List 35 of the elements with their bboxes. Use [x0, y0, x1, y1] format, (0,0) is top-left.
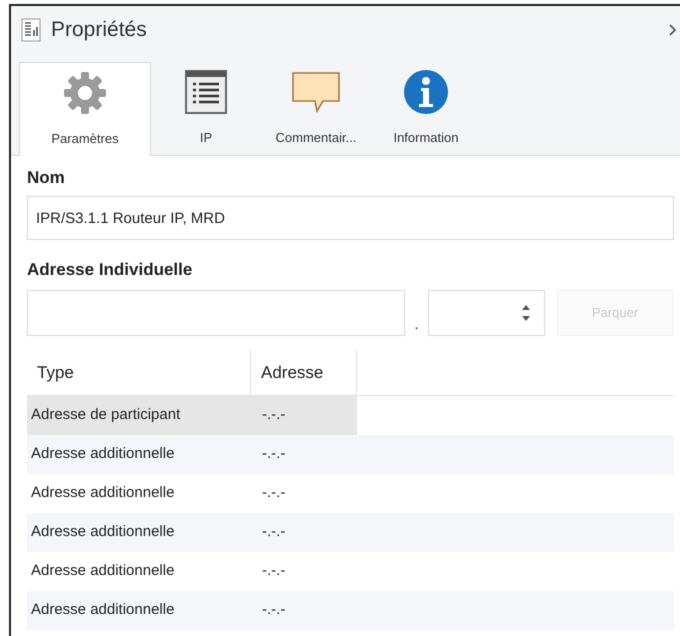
table-cell-text: Adresse additionnelle [30, 600, 176, 620]
tab[interactable]: IP [151, 63, 261, 155]
spin-field[interactable] [428, 290, 545, 336]
chevron-right-icon[interactable] [668, 23, 678, 37]
table-cell-text: Adresse additionnelle [30, 444, 176, 464]
table-row[interactable]: Adresse additionnelle -.-.- [27, 435, 674, 474]
table-cell-text: Adresse additionnelle [30, 483, 176, 504]
document-icon [21, 18, 41, 42]
spinner-arrows-icon[interactable] [522, 303, 530, 323]
table-row[interactable]: Adresse additionnelle -.-.- [27, 513, 674, 552]
separator: . [413, 314, 420, 334]
table-cell-text: Adresse additionnelle [30, 561, 176, 582]
table-cell-text: Adresse de participant [30, 405, 182, 426]
tab[interactable]: Information [371, 63, 481, 155]
table-row[interactable]: Adresse additionnelle -.-.- [27, 591, 674, 630]
list-window-icon [185, 70, 227, 114]
panel-title: Propriétés [51, 17, 147, 44]
table-cell-text: -.-.- [261, 600, 286, 620]
table-cell-text: -.-.- [261, 522, 286, 542]
address-field[interactable] [27, 290, 405, 336]
table-cell-text: -.-.- [261, 483, 286, 504]
column-header[interactable]: Adresse [250, 350, 357, 395]
name-field[interactable]: IPR/S3.1.1 Routeur IP, MRD [27, 196, 674, 240]
tab[interactable]: Paramètres [19, 62, 151, 156]
table-cell-text: -.-.- [261, 405, 286, 426]
field-label: Nom [27, 167, 66, 190]
table-cell-text: -.-.- [261, 561, 286, 582]
tab[interactable]: Commentair... [261, 63, 371, 155]
speech-bubble-icon [291, 70, 341, 112]
table-cell-text: Adresse additionnelle [30, 522, 176, 542]
table-cell-text: -.-.- [261, 444, 286, 464]
column-header[interactable]: Type [27, 350, 250, 395]
gear-icon [62, 70, 108, 116]
info-icon [403, 68, 449, 114]
field-label: Adresse Individuelle [27, 258, 194, 280]
